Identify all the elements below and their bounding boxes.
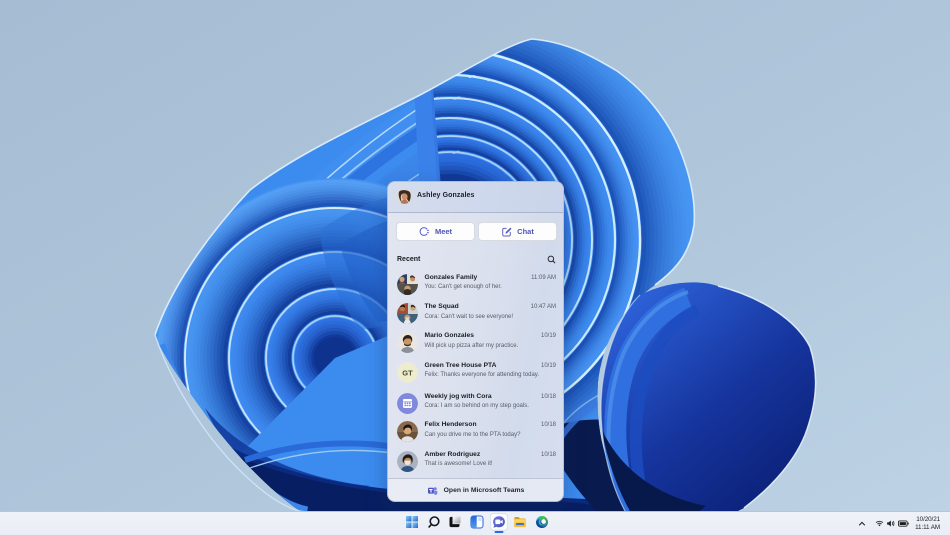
svg-text:GT: GT: [402, 368, 413, 377]
